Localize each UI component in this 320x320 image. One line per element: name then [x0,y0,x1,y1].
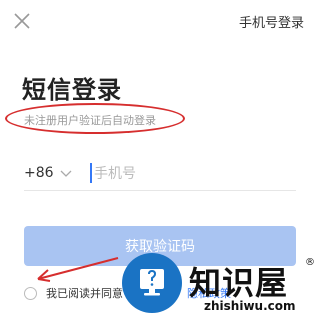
close-button[interactable] [10,9,34,33]
question-monitor-icon [140,269,164,296]
agreement-row: 我已阅读并同意 [24,284,123,302]
phone-login-link[interactable]: 手机号登录 [239,12,304,31]
annotation-arrow [37,257,119,282]
watermark-registered-mark: ® [305,257,315,268]
watermark-url: zhishiwu.com [204,299,296,313]
chevron-down-icon[interactable] [60,170,72,178]
watermark-brand: 知识屋 [189,264,289,302]
agreement-text: 我已阅读并同意 [46,287,123,300]
page-subtitle: 未注册用户验证后自动登录 [24,114,156,127]
text-caret [90,163,92,183]
page-title: 短信登录 [22,76,122,104]
country-code-selector[interactable]: +86 [24,165,54,181]
phone-number-input[interactable] [94,163,284,185]
phone-input-row: +86 [24,160,296,191]
watermark-logo [122,253,182,313]
close-icon [14,13,30,29]
agreement-radio[interactable] [24,286,37,300]
